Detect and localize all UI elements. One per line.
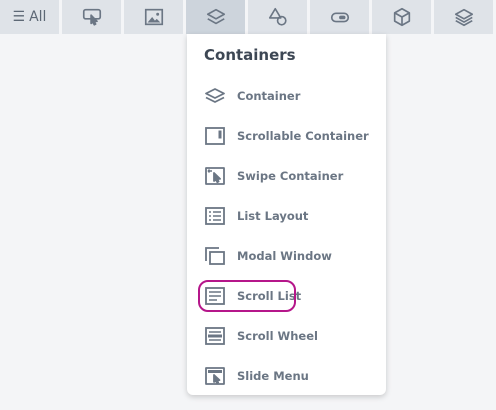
containers-category-button[interactable] [186,0,245,34]
menu-item-scrollable-container[interactable]: Scrollable Container [187,119,386,153]
menu-item-scroll-wheel[interactable]: Scroll Wheel [187,319,386,353]
interactions-category-button[interactable] [62,0,121,34]
all-categories-label: All [29,9,47,25]
menu-item-label: Scrollable Container [237,129,369,143]
menu-item-label: Modal Window [237,249,332,263]
selection-highlight-ring [198,280,296,312]
scrollable-container-icon [205,127,225,145]
hand-tap-icon [82,8,101,26]
3d-category-button[interactable] [372,0,431,34]
menu-item-label: Container [237,89,301,103]
stack-icon [454,8,473,27]
shapes-category-button[interactable] [248,0,307,34]
menu-item-slide-menu[interactable]: Slide Menu [187,359,386,393]
menu-item-label: List Layout [237,209,309,223]
list-layout-icon [205,207,225,225]
menu-item-label: Swipe Container [237,169,344,183]
shapes-icon [268,7,287,26]
image-icon [144,8,163,26]
hamburger-menu-icon: ☰ [12,9,26,25]
cube-icon [393,7,410,27]
modal-window-icon [205,247,225,265]
containers-dropdown: Containers Container Scrollable Containe… [187,34,386,395]
layers-icon [205,88,225,103]
menu-item-modal-window[interactable]: Modal Window [187,239,386,273]
menu-item-scroll-list[interactable]: Scroll List [187,279,386,313]
media-category-button[interactable] [124,0,183,34]
controls-category-button[interactable] [310,0,369,34]
menu-item-list-layout[interactable]: List Layout [187,199,386,233]
slide-menu-icon [205,367,225,385]
stack-category-button[interactable] [434,0,493,34]
all-categories-button[interactable]: ☰ All [0,0,59,34]
layers-icon [206,8,225,25]
component-category-toolbar: ☰ All [0,0,496,34]
scroll-wheel-icon [205,327,225,345]
dropdown-title: Containers [204,46,296,64]
menu-item-label: Slide Menu [237,369,309,383]
swipe-container-icon [205,167,225,185]
toggle-icon [330,12,349,23]
menu-item-label: Scroll Wheel [237,329,318,343]
menu-item-container[interactable]: Container [187,79,386,113]
menu-item-swipe-container[interactable]: Swipe Container [187,159,386,193]
